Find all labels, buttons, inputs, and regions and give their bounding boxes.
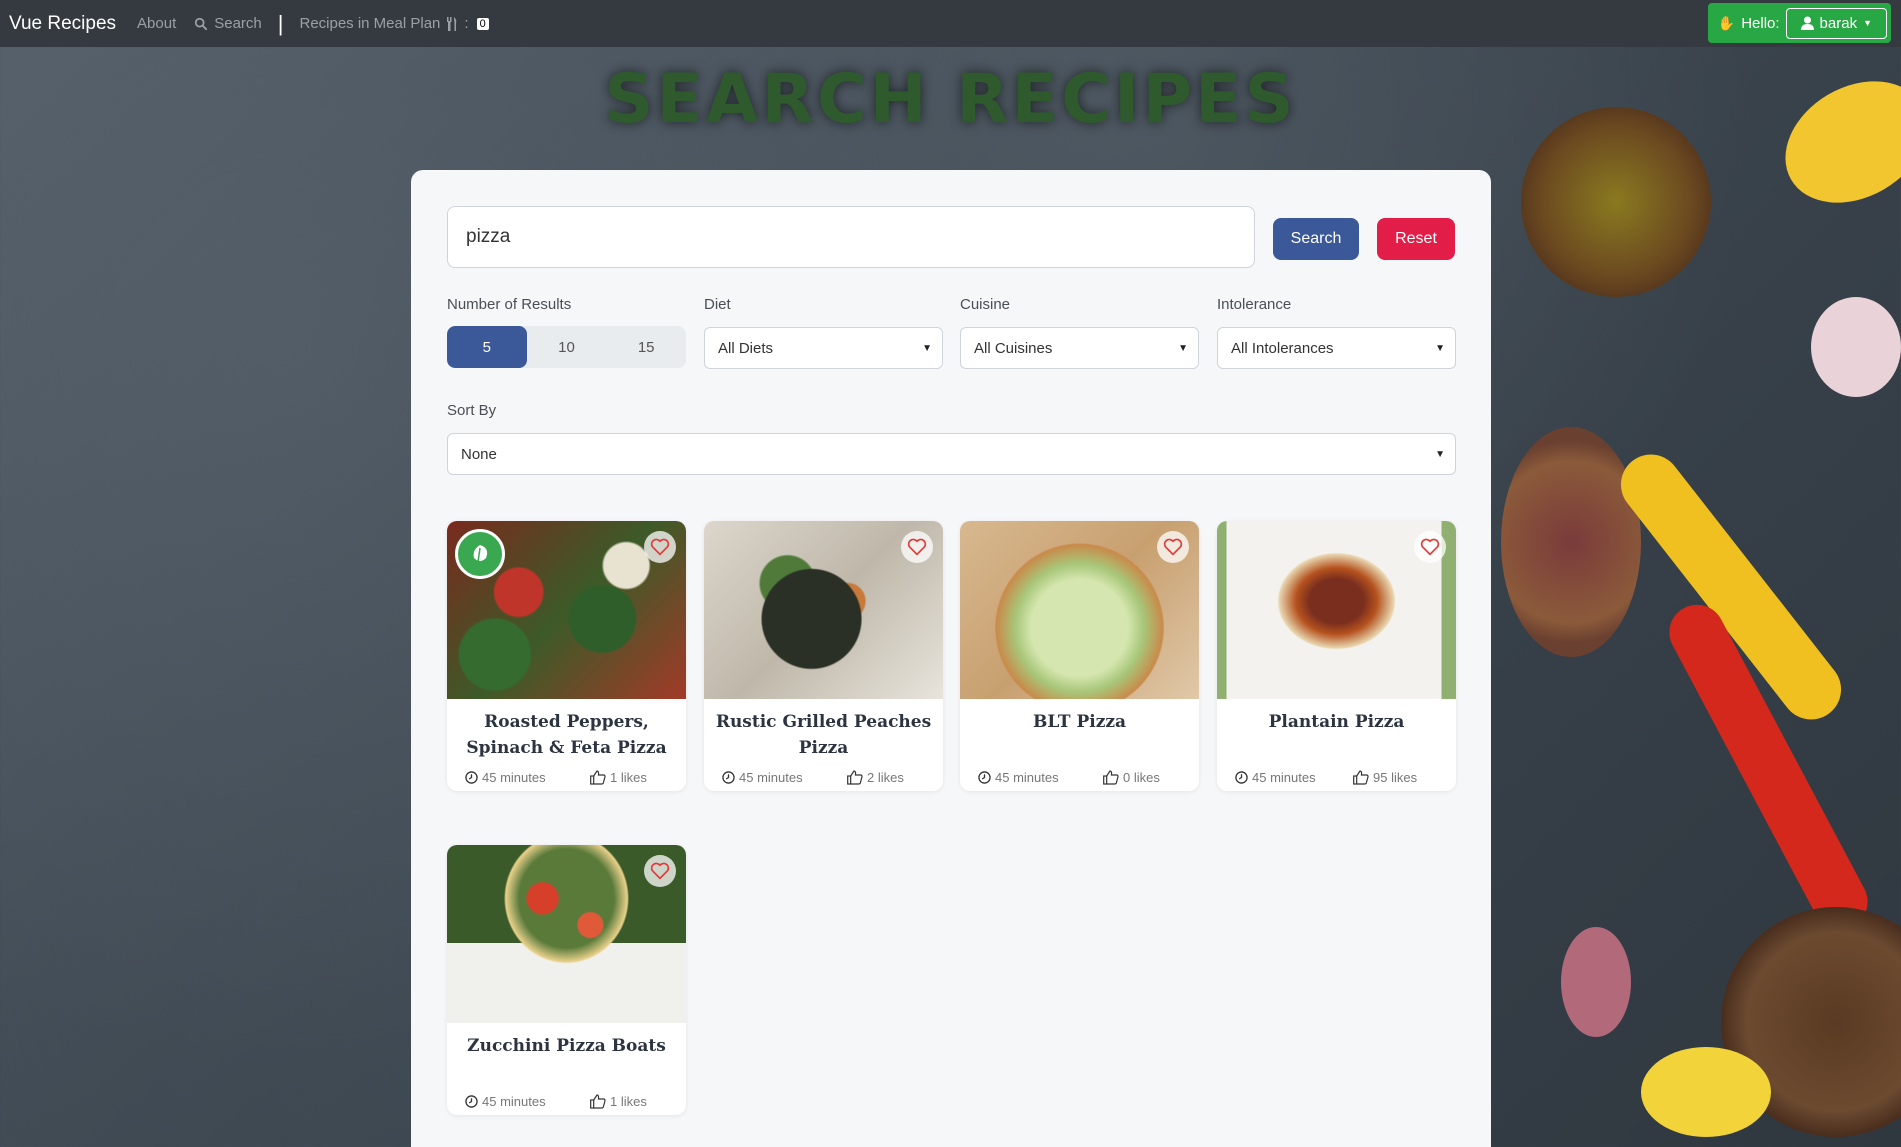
clock-icon (465, 1095, 478, 1108)
recipe-time-label: 45 minutes (482, 770, 546, 785)
intolerance-select-value: All Intolerances (1231, 339, 1334, 357)
favorite-heart-icon[interactable] (1157, 531, 1189, 563)
nav-divider: | (277, 10, 284, 36)
recipe-card[interactable]: Plantain Pizza 45 minutes 95 likes (1217, 521, 1456, 791)
recipe-card[interactable]: BLT Pizza 45 minutes 0 likes (960, 521, 1199, 791)
vegetarian-badge-icon (455, 529, 505, 579)
recipe-likes: 1 likes (590, 770, 647, 785)
results-count-toggle: 5 10 15 (447, 326, 686, 368)
sort-select[interactable]: None ▼ (447, 433, 1456, 475)
caret-down-icon: ▼ (1863, 18, 1872, 28)
diet-select[interactable]: All Diets ▼ (704, 327, 943, 369)
recipe-likes: 0 likes (1103, 770, 1160, 785)
search-panel: Search Reset Number of Results 5 10 15 D… (411, 170, 1491, 1147)
chevron-down-icon: ▼ (1435, 448, 1445, 460)
thumbs-up-icon (847, 770, 863, 785)
navbar: Vue Recipes About Search | Recipes in Me… (0, 0, 1901, 47)
recipe-likes: 1 likes (590, 1094, 647, 1109)
user-name: barak (1819, 14, 1858, 32)
intolerance-label: Intolerance (1217, 296, 1292, 313)
recipe-likes-label: 1 likes (610, 1094, 647, 1109)
search-icon (195, 17, 208, 30)
nav-meal-plan-link[interactable]: Recipes in Meal Plan : 0 (299, 15, 489, 32)
chevron-down-icon: ▼ (1178, 342, 1188, 354)
recipe-likes-label: 1 likes (610, 770, 647, 785)
search-button[interactable]: Search (1273, 218, 1359, 260)
recipe-likes-label: 95 likes (1373, 770, 1418, 785)
user-icon (1800, 16, 1814, 30)
meal-plan-count-badge: 0 (476, 17, 489, 30)
wave-icon: ✋ (1717, 14, 1736, 31)
thumbs-up-icon (590, 770, 606, 785)
results-option-5[interactable]: 5 (447, 326, 527, 368)
recipe-title[interactable]: Zucchini Pizza Boats (457, 1033, 676, 1059)
brand-link[interactable]: Vue Recipes (9, 13, 116, 35)
user-dropdown-button[interactable]: barak ▼ (1785, 7, 1887, 39)
cuisine-select-value: All Cuisines (974, 339, 1053, 357)
recipe-time: 45 minutes (722, 770, 803, 785)
cuisine-select[interactable]: All Cuisines ▼ (960, 327, 1199, 369)
recipe-likes: 95 likes (1353, 770, 1417, 785)
favorite-heart-icon[interactable] (901, 531, 933, 563)
sort-label: Sort By (447, 402, 497, 419)
recipe-card[interactable]: Zucchini Pizza Boats 45 minutes 1 likes (447, 845, 686, 1115)
recipe-title[interactable]: Plantain Pizza (1227, 709, 1446, 735)
search-input[interactable] (447, 206, 1255, 268)
diet-select-value: All Diets (718, 339, 774, 357)
favorite-heart-icon[interactable] (644, 531, 676, 563)
cuisine-label: Cuisine (960, 296, 1011, 313)
clock-icon (978, 771, 991, 784)
recipe-card[interactable]: Roasted Peppers, Spinach & Feta Pizza 45… (447, 521, 686, 791)
clock-icon (465, 771, 478, 784)
results-label: Number of Results (447, 296, 572, 313)
intolerance-select[interactable]: All Intolerances ▼ (1217, 327, 1456, 369)
reset-button[interactable]: Reset (1377, 218, 1455, 260)
thumbs-up-icon (590, 1094, 606, 1109)
recipe-time-label: 45 minutes (1252, 770, 1316, 785)
favorite-heart-icon[interactable] (644, 855, 676, 887)
results-option-10[interactable]: 10 (527, 326, 607, 368)
chevron-down-icon: ▼ (1435, 342, 1445, 354)
thumbs-up-icon (1103, 770, 1119, 785)
diet-label: Diet (704, 296, 731, 313)
results-option-15[interactable]: 15 (606, 326, 686, 368)
hello-label: Hello: (1741, 14, 1780, 32)
chevron-down-icon: ▼ (922, 342, 932, 354)
recipe-card[interactable]: Rustic Grilled Peaches Pizza 45 minutes … (704, 521, 943, 791)
user-area: ✋ Hello: barak ▼ (1707, 3, 1891, 43)
page-title: SEARCH RECIPES (604, 60, 1297, 139)
recipe-time: 45 minutes (465, 770, 546, 785)
utensils-icon (447, 16, 457, 31)
recipe-likes: 2 likes (847, 770, 904, 785)
recipe-likes-label: 2 likes (867, 770, 904, 785)
recipe-title[interactable]: Roasted Peppers, Spinach & Feta Pizza (457, 709, 676, 761)
thumbs-up-icon (1353, 770, 1369, 785)
recipe-time: 45 minutes (465, 1094, 546, 1109)
recipe-likes-label: 0 likes (1123, 770, 1160, 785)
recipe-time: 45 minutes (978, 770, 1059, 785)
clock-icon (722, 771, 735, 784)
nav-about-link[interactable]: About (137, 15, 176, 32)
nav-meal-plan-label: Recipes in Meal Plan (299, 15, 441, 32)
recipe-time: 45 minutes (1235, 770, 1316, 785)
nav-search-label: Search (214, 15, 262, 32)
favorite-heart-icon[interactable] (1414, 531, 1446, 563)
recipe-time-label: 45 minutes (482, 1094, 546, 1109)
recipe-time-label: 45 minutes (995, 770, 1059, 785)
recipe-time-label: 45 minutes (739, 770, 803, 785)
recipe-title[interactable]: BLT Pizza (970, 709, 1189, 735)
food-background (1491, 47, 1901, 1147)
recipe-title[interactable]: Rustic Grilled Peaches Pizza (714, 709, 933, 761)
sort-select-value: None (461, 445, 497, 463)
nav-search-link[interactable]: Search (194, 15, 262, 32)
clock-icon (1235, 771, 1248, 784)
